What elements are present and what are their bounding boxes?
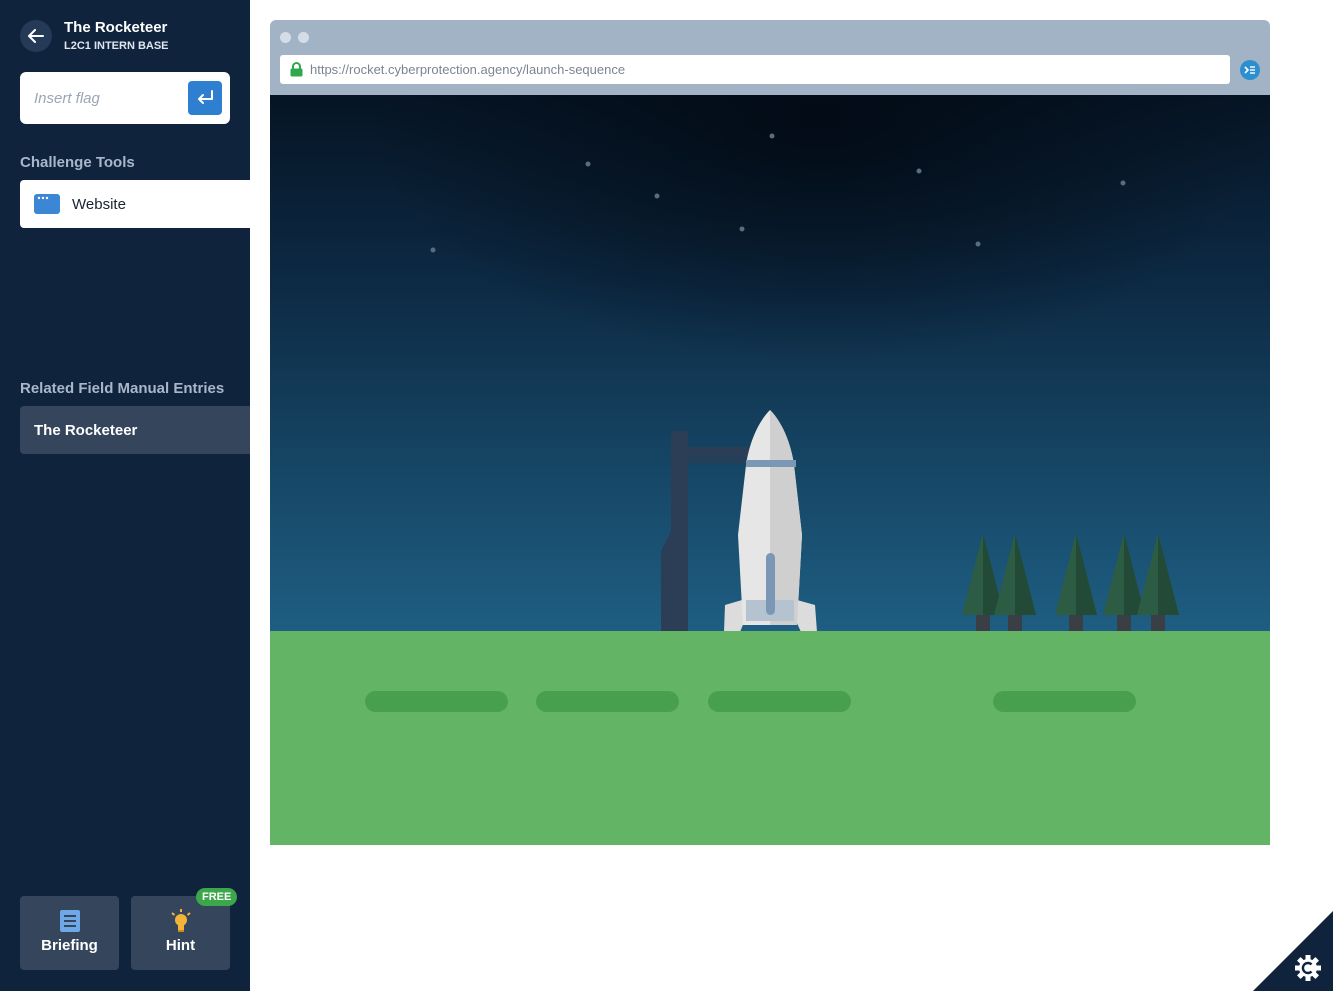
briefing-button[interactable]: Briefing	[20, 896, 119, 970]
terminal-button[interactable]	[1240, 60, 1260, 80]
url-text: https://rocket.cyberprotection.agency/la…	[310, 62, 626, 77]
star	[1120, 180, 1126, 186]
runway-mark	[536, 691, 679, 712]
tool-website[interactable]: Website	[20, 180, 250, 228]
hint-button[interactable]: Hint	[131, 896, 230, 970]
grass	[270, 631, 1270, 845]
star	[430, 247, 436, 253]
flag-input[interactable]	[34, 87, 184, 109]
flag-form	[20, 72, 230, 124]
terminal-icon	[1244, 66, 1255, 74]
runway-markings	[365, 691, 1136, 712]
submit-flag-button[interactable]	[188, 81, 222, 115]
star	[769, 133, 775, 139]
lock-icon	[290, 62, 303, 77]
runway-mark	[993, 691, 1136, 712]
challenge-title: The Rocketeer	[64, 19, 168, 36]
website-browser: https://rocket.cyberprotection.agency/la…	[270, 20, 1270, 845]
free-badge: FREE	[196, 888, 238, 906]
star	[975, 241, 981, 247]
tool-website-label: Website	[72, 195, 126, 213]
gear-icon	[1295, 955, 1321, 981]
arrow-left-icon	[28, 29, 44, 43]
star	[739, 226, 745, 232]
address-bar[interactable]: https://rocket.cyberprotection.agency/la…	[280, 55, 1230, 84]
enter-icon	[198, 90, 213, 104]
runway-mark	[708, 691, 851, 712]
sidebar: The Rocketeer L2C1 INTERN BASE Challenge…	[0, 0, 250, 991]
star	[654, 193, 660, 199]
lightbulb-icon	[170, 909, 191, 932]
document-icon	[59, 910, 80, 932]
manual-entry-label: The Rocketeer	[34, 421, 138, 439]
settings-corner[interactable]	[1253, 911, 1333, 991]
browser-chrome: https://rocket.cyberprotection.agency/la…	[270, 20, 1270, 95]
briefing-label: Briefing	[41, 937, 98, 954]
star	[585, 161, 591, 167]
runway-mark	[365, 691, 508, 712]
launch-scene	[270, 95, 1270, 845]
manual-entry-the-rocketeer[interactable]: The Rocketeer	[20, 406, 250, 454]
browser-window-icon	[34, 194, 60, 214]
star	[916, 168, 922, 174]
window-dot-icon	[280, 32, 291, 43]
challenge-tools-heading: Challenge Tools	[20, 154, 135, 171]
field-manual-heading: Related Field Manual Entries	[20, 380, 225, 397]
challenge-subtitle: L2C1 INTERN BASE	[64, 40, 169, 52]
back-button[interactable]	[20, 20, 52, 52]
hint-label: Hint	[165, 937, 196, 954]
window-dot-icon	[298, 32, 309, 43]
